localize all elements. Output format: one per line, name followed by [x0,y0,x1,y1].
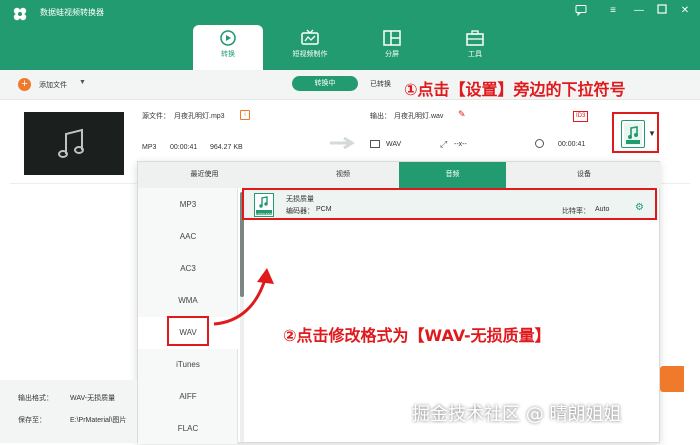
format-item-mp3[interactable]: MP3 [138,189,238,221]
music-note-icon [58,128,84,158]
tab-video[interactable]: 视频 [288,162,398,188]
tab-split-screen[interactable]: 分屏 [357,25,427,70]
format-item-aac[interactable]: AAC [138,221,238,253]
source-duration: 00:00:41 [170,144,198,151]
highlight-box-settings [612,112,659,153]
output-format-label: 输出格式： [18,395,53,402]
app-title: 数据蛙视频转换器 [40,8,104,17]
tv-icon [301,29,319,45]
format-icon [370,140,380,148]
chevron-down-icon[interactable]: ▼ [79,79,86,86]
add-file-icon[interactable]: + [18,78,31,91]
info-icon[interactable]: i [240,110,250,120]
add-file-button[interactable]: 添加文件 [39,80,67,90]
tab-converting[interactable]: 转换中 [292,76,358,91]
arrow-right-icon [330,136,355,150]
source-filename: 月夜孔明灯.mp3 [174,113,225,120]
resize-icon: ⤢ [440,139,448,149]
tab-short-video[interactable]: 短视频制作 [275,25,345,70]
minimize-icon[interactable]: — [632,4,646,18]
output-format-select[interactable]: WAV-无损质量 [70,393,115,403]
close-icon[interactable]: ✕ [678,4,692,18]
menu-icon[interactable]: ≡ [606,4,620,18]
output-format: WAV [386,141,402,148]
tab-device[interactable]: 设备 [507,162,661,188]
tab-audio[interactable]: 音频 [399,162,506,188]
highlight-box-preset [242,188,657,220]
split-icon [383,30,401,46]
tab-tools[interactable]: 工具 [440,25,510,70]
tab-recent[interactable]: 最近使用 [138,162,271,188]
clock-icon [535,139,544,148]
tab-label: 分屏 [385,51,399,58]
tab-label: 短视频制作 [292,51,328,58]
audio-thumbnail [24,112,124,175]
watermark: 掘金技术社区 @ 晴朗姐姐 [412,404,622,425]
output-label: 输出： [370,113,391,120]
chat-icon[interactable] [574,4,588,18]
save-to-label: 保存至： [18,417,46,424]
format-item-itunes[interactable]: iTunes [138,349,238,381]
annotation-step1: ①点击【设置】旁边的下拉符号 [404,80,626,99]
highlight-box-wav [167,316,209,346]
convert-all-button[interactable] [660,366,684,392]
app-logo-icon [13,7,27,21]
source-size: 964.27 KB [210,144,243,151]
bottom-bar [0,380,137,443]
tab-convert[interactable]: 转换 [193,25,263,70]
annotation-step2: ②点击修改格式为【WAV-无损质量】 [283,326,551,345]
title-bar [0,0,700,70]
tab-label: 工具 [468,51,482,58]
id3-badge[interactable]: ID3 [573,111,589,122]
format-item-aiff[interactable]: AIFF [138,381,238,413]
output-filename: 月夜孔明灯.wav [394,113,444,120]
tab-converted[interactable]: 已转换 [370,79,391,89]
convert-icon [220,30,236,46]
format-category-tabs: 最近使用 视频 音频 设备 [138,162,661,188]
format-item-flac[interactable]: FLAC [138,413,238,445]
source-format: MP3 [142,144,157,151]
output-resolution: --x-- [454,141,467,148]
annotation-arrow [213,268,274,326]
source-label: 源文件： [142,113,170,120]
maximize-icon[interactable] [655,4,669,18]
save-path-field[interactable]: E:\PrMaterial\图片 [70,415,126,425]
tab-label: 转换 [221,51,235,58]
edit-icon[interactable]: ✎ [458,109,466,120]
toolbox-icon [466,30,484,46]
output-duration: 00:00:41 [558,141,586,148]
